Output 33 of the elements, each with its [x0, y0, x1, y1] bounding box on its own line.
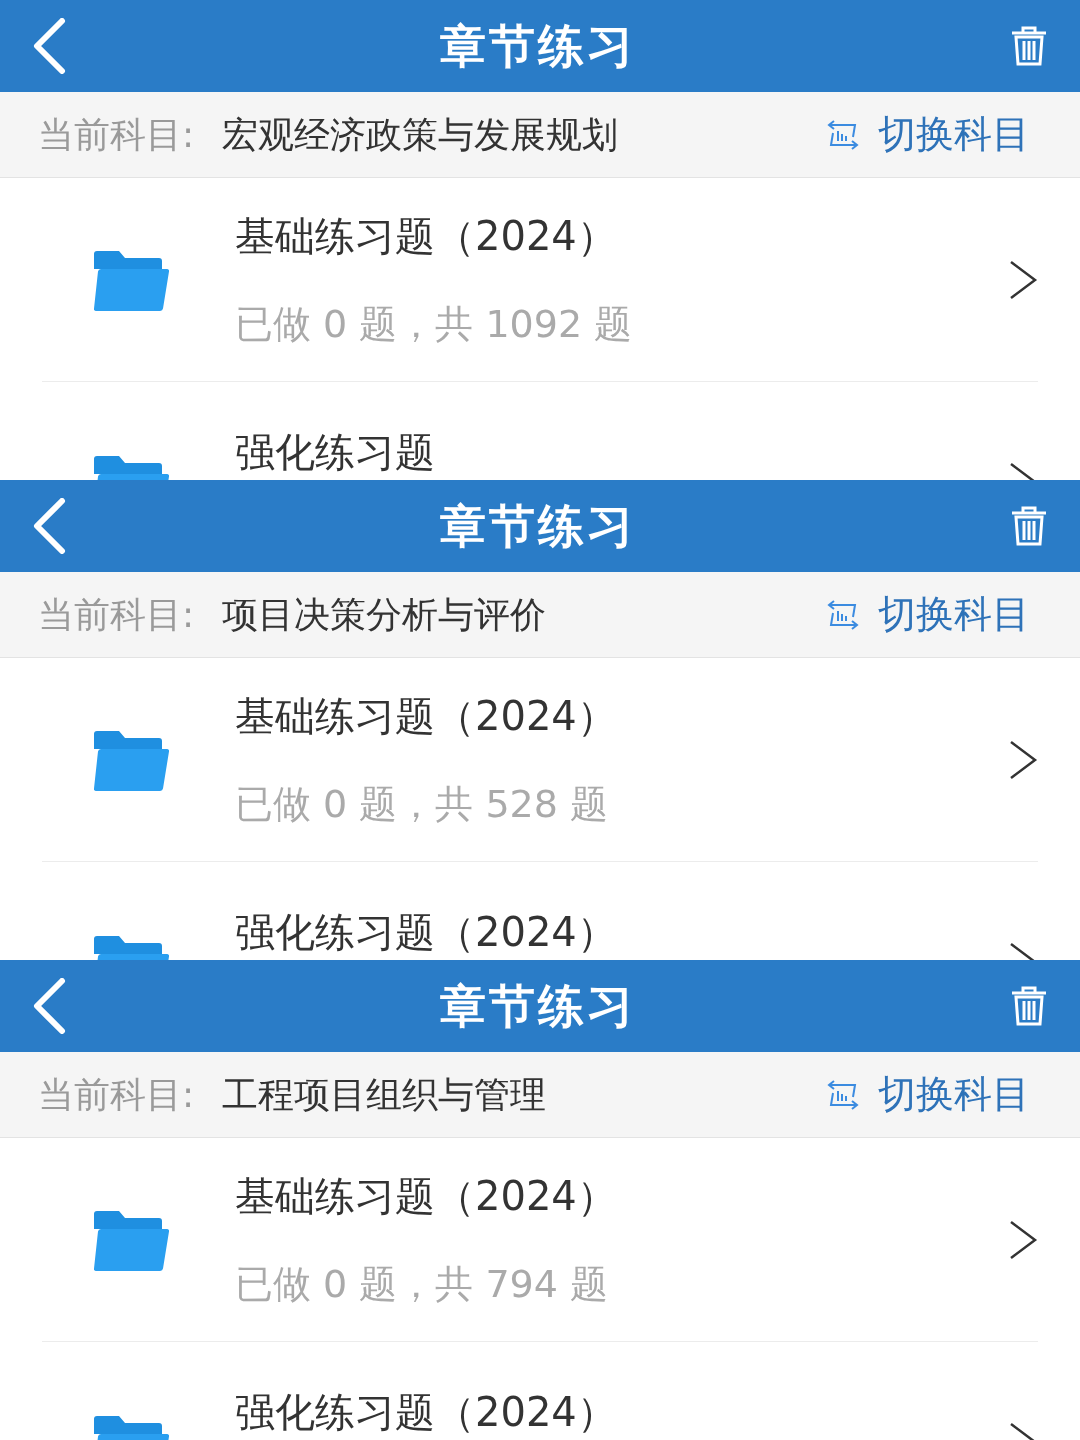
exercise-title[interactable]: 强化练习题（2024）: [235, 902, 1008, 960]
folder-icon: [93, 248, 169, 311]
subject-name: 宏观经济政策与发展规划: [222, 112, 619, 157]
switch-subject-button[interactable]: 切换科目: [826, 106, 1030, 163]
subject-name: 工程项目组织与管理: [222, 1072, 547, 1117]
page-title: 章节练习: [440, 977, 636, 1035]
subject-name: 项目决策分析与评价: [222, 592, 547, 637]
exercise-title[interactable]: 基础练习题（2024）: [235, 1166, 1008, 1226]
switch-icon: [826, 598, 860, 631]
progress-text: 已做 0 题，共 794 题: [235, 1261, 610, 1308]
back-icon[interactable]: [32, 18, 66, 74]
delete-icon[interactable]: [1010, 986, 1048, 1026]
delete-icon[interactable]: [1010, 26, 1048, 66]
subject-label: 当前科目:: [38, 592, 195, 637]
exercise-title[interactable]: 基础练习题（2024）: [235, 206, 1008, 266]
switch-subject-button[interactable]: 切换科目: [826, 1066, 1030, 1123]
progress-text: 已做 0 题，共 1092 题: [235, 301, 634, 348]
switch-subject-button[interactable]: 切换科目: [826, 586, 1030, 643]
back-icon[interactable]: [32, 498, 66, 554]
exercise-title[interactable]: 强化练习题: [235, 422, 1008, 480]
page-title: 章节练习: [440, 497, 636, 555]
exercise-title[interactable]: 强化练习题（2024）: [235, 1382, 1008, 1440]
delete-icon[interactable]: [1010, 506, 1048, 546]
subject-label: 当前科目:: [38, 1072, 195, 1117]
folder-icon: [93, 1208, 169, 1271]
folder-icon: [93, 728, 169, 791]
page-title: 章节练习: [440, 17, 636, 75]
back-icon[interactable]: [32, 978, 66, 1034]
subject-label: 当前科目:: [38, 112, 195, 157]
switch-icon: [826, 118, 860, 151]
progress-text: 已做 0 题，共 528 题: [235, 781, 610, 828]
exercise-title[interactable]: 基础练习题（2024）: [235, 686, 1008, 746]
switch-icon: [826, 1078, 860, 1111]
